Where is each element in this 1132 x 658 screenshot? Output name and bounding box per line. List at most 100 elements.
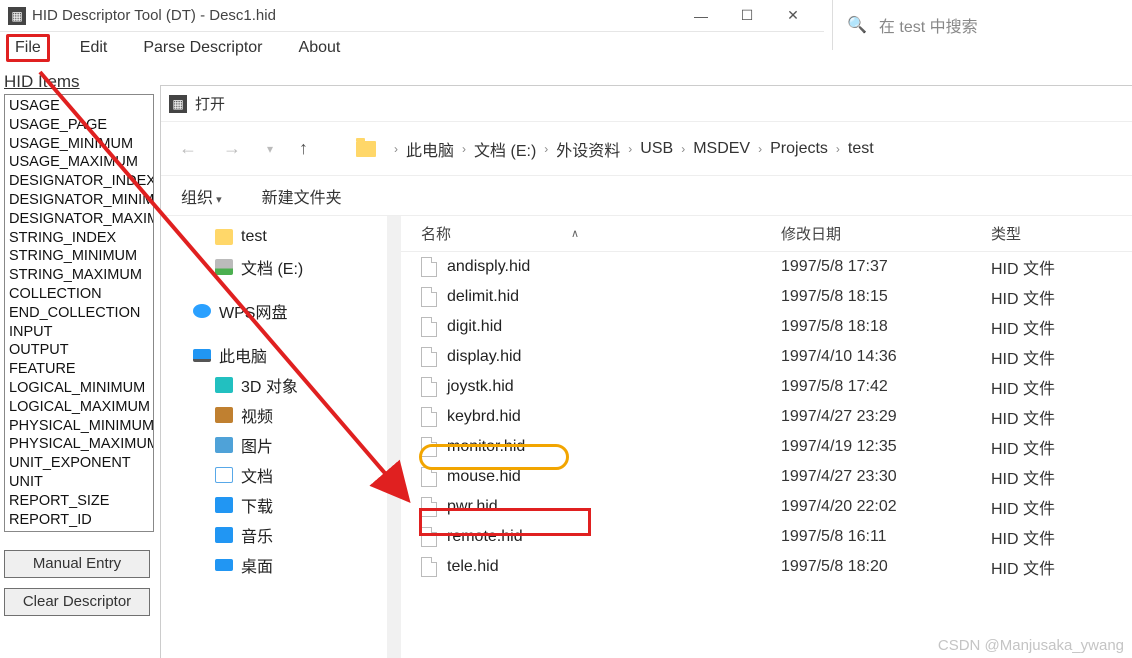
hid-item[interactable]: DESIGNATOR_MINIMUM	[9, 191, 149, 210]
hid-item[interactable]: STRING_MAXIMUM	[9, 266, 149, 285]
hid-item[interactable]: PHYSICAL_MINIMUM	[9, 417, 149, 436]
file-row[interactable]: monitor.hid1997/4/19 12:35HID 文件	[401, 432, 1132, 462]
chevron-right-icon: ›	[394, 142, 398, 156]
hid-item[interactable]: REPORT_COUNT	[9, 529, 149, 532]
hid-item[interactable]: LOGICAL_MINIMUM	[9, 379, 149, 398]
column-name[interactable]: 名称	[421, 223, 451, 244]
tree-item[interactable]: 下载	[173, 490, 375, 520]
hid-item[interactable]: OUTPUT	[9, 341, 149, 360]
titlebar: HID Descriptor Tool (DT) - Desc1.hid — ☐…	[0, 0, 824, 32]
manual-entry-button[interactable]: Manual Entry	[4, 550, 150, 578]
maximize-button[interactable]: ☐	[724, 0, 770, 32]
organize-button[interactable]: 组织	[181, 184, 222, 208]
file-type: HID 文件	[991, 435, 1132, 459]
desk-icon	[215, 559, 233, 571]
file-date: 1997/4/20 22:02	[781, 498, 991, 516]
file-row[interactable]: tele.hid1997/5/8 18:20HID 文件	[401, 552, 1132, 582]
film-icon	[215, 407, 233, 423]
column-date[interactable]: 修改日期	[781, 223, 991, 244]
menu-edit[interactable]: Edit	[74, 37, 114, 59]
tree-item[interactable]: 此电脑	[173, 340, 375, 370]
hid-item[interactable]: DESIGNATOR_INDEX	[9, 172, 149, 191]
file-name: mouse.hid	[447, 468, 521, 486]
file-icon	[421, 347, 437, 367]
hid-item[interactable]: END_COLLECTION	[9, 304, 149, 323]
file-icon	[421, 557, 437, 577]
search-box[interactable]: 🔍 在 test 中搜索	[832, 0, 1132, 50]
breadcrumb-crumb[interactable]: Projects	[768, 138, 830, 160]
hid-item[interactable]: REPORT_ID	[9, 511, 149, 530]
file-row[interactable]: remote.hid1997/5/8 16:11HID 文件	[401, 522, 1132, 552]
breadcrumb-crumb[interactable]: USB	[638, 138, 675, 160]
file-name: remote.hid	[447, 528, 523, 546]
file-icon	[421, 317, 437, 337]
file-name: pwr.hid	[447, 498, 498, 516]
cube-icon	[215, 377, 233, 393]
tree-item[interactable]: 桌面	[173, 550, 375, 580]
nav-forward-icon[interactable]: →	[219, 138, 245, 159]
clear-descriptor-button[interactable]: Clear Descriptor	[4, 588, 150, 616]
hid-item[interactable]: FEATURE	[9, 360, 149, 379]
file-row[interactable]: keybrd.hid1997/4/27 23:29HID 文件	[401, 402, 1132, 432]
tree-item[interactable]: 图片	[173, 430, 375, 460]
breadcrumb[interactable]: ›此电脑›文档 (E:)›外设资料›USB›MSDEV›Projects›tes…	[394, 135, 876, 163]
sort-caret-icon: ∧	[571, 227, 579, 240]
file-type: HID 文件	[991, 405, 1132, 429]
file-icon	[421, 467, 437, 487]
file-row[interactable]: delimit.hid1997/5/8 18:15HID 文件	[401, 282, 1132, 312]
nav-history-icon[interactable]: ▾	[263, 142, 277, 156]
menu-about[interactable]: About	[293, 37, 347, 59]
folder-tree[interactable]: test文档 (E:) WPS网盘此电脑3D 对象视频图片文档下载音乐桌面	[161, 216, 387, 658]
chevron-right-icon: ›	[628, 142, 632, 156]
tree-item[interactable]: 文档 (E:)	[173, 252, 375, 282]
menu-parse-descriptor[interactable]: Parse Descriptor	[137, 37, 268, 59]
hid-item[interactable]: LOGICAL_MAXIMUM	[9, 398, 149, 417]
hid-item[interactable]: INPUT	[9, 323, 149, 342]
breadcrumb-crumb[interactable]: 外设资料	[554, 135, 622, 163]
hid-item[interactable]: STRING_INDEX	[9, 229, 149, 248]
breadcrumb-crumb[interactable]: MSDEV	[691, 138, 752, 160]
hid-item[interactable]: USAGE	[9, 97, 149, 116]
tree-item[interactable]: 音乐	[173, 520, 375, 550]
file-row[interactable]: display.hid1997/4/10 14:36HID 文件	[401, 342, 1132, 372]
hid-item[interactable]: PHYSICAL_MAXIMUM	[9, 435, 149, 454]
column-type[interactable]: 类型	[991, 223, 1132, 244]
hid-item[interactable]: COLLECTION	[9, 285, 149, 304]
hid-item[interactable]: STRING_MINIMUM	[9, 247, 149, 266]
tree-item[interactable]: 3D 对象	[173, 370, 375, 400]
open-file-dialog: 打开 ← → ▾ ↑ ›此电脑›文档 (E:)›外设资料›USB›MSDEV›P…	[160, 85, 1132, 658]
file-row[interactable]: digit.hid1997/5/8 18:18HID 文件	[401, 312, 1132, 342]
hid-item[interactable]: USAGE_MINIMUM	[9, 135, 149, 154]
tree-item[interactable]: test	[173, 222, 375, 252]
minimize-button[interactable]: —	[678, 0, 724, 32]
file-row[interactable]: andisply.hid1997/5/8 17:37HID 文件	[401, 252, 1132, 282]
hid-item[interactable]: UNIT_EXPONENT	[9, 454, 149, 473]
tree-item[interactable]: 视频	[173, 400, 375, 430]
file-date: 1997/5/8 18:18	[781, 318, 991, 336]
nav-up-icon[interactable]: ↑	[295, 138, 312, 159]
file-row[interactable]: joystk.hid1997/5/8 17:42HID 文件	[401, 372, 1132, 402]
breadcrumb-crumb[interactable]: 文档 (E:)	[472, 135, 538, 163]
hid-item[interactable]: DESIGNATOR_MAXIMUM	[9, 210, 149, 229]
hid-item[interactable]: UNIT	[9, 473, 149, 492]
tree-item[interactable]: WPS网盘	[173, 296, 375, 326]
breadcrumb-crumb[interactable]: test	[846, 138, 876, 160]
menu-file[interactable]: File	[6, 34, 50, 62]
nav-back-icon[interactable]: ←	[175, 138, 201, 159]
tree-item[interactable]: 文档	[173, 460, 375, 490]
breadcrumb-crumb[interactable]: 此电脑	[404, 135, 456, 163]
hid-item[interactable]: USAGE_PAGE	[9, 116, 149, 135]
close-button[interactable]: ✕	[770, 0, 816, 32]
splitter[interactable]	[387, 216, 401, 658]
hid-items-listbox[interactable]: USAGEUSAGE_PAGEUSAGE_MINIMUMUSAGE_MAXIMU…	[4, 94, 154, 532]
dialog-body: test文档 (E:) WPS网盘此电脑3D 对象视频图片文档下载音乐桌面 名称 ∧…	[161, 216, 1132, 658]
hid-item[interactable]: USAGE_MAXIMUM	[9, 153, 149, 172]
file-row[interactable]: mouse.hid1997/4/27 23:30HID 文件	[401, 462, 1132, 492]
chevron-right-icon: ›	[836, 142, 840, 156]
file-list-header[interactable]: 名称 ∧ 修改日期 类型	[401, 216, 1132, 252]
new-folder-button[interactable]: 新建文件夹	[262, 184, 342, 208]
file-type: HID 文件	[991, 285, 1132, 309]
hid-item[interactable]: REPORT_SIZE	[9, 492, 149, 511]
file-row[interactable]: pwr.hid1997/4/20 22:02HID 文件	[401, 492, 1132, 522]
folder-icon	[356, 141, 376, 157]
